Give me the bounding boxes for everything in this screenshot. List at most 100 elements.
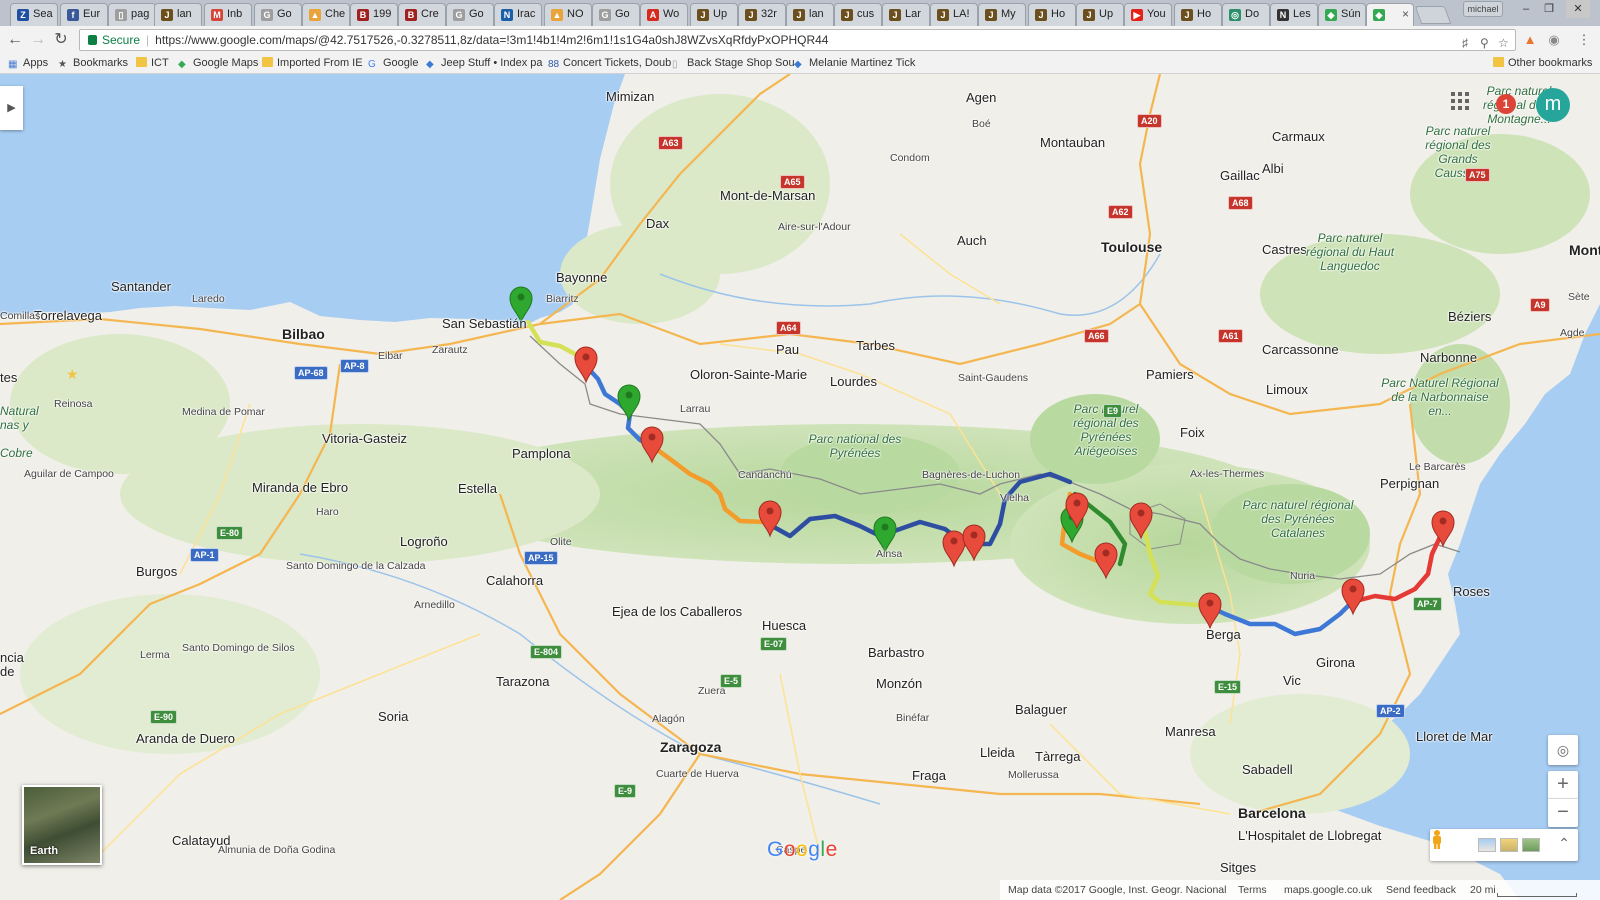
- place-label[interactable]: Toulouse: [1101, 239, 1162, 255]
- browser-tab[interactable]: Jlan: [154, 3, 202, 26]
- place-label[interactable]: Pamiers: [1146, 367, 1194, 382]
- place-label[interactable]: Lloret de Mar: [1416, 729, 1493, 744]
- place-label[interactable]: Zarautz: [432, 344, 468, 356]
- place-label[interactable]: Bagnères-de-Luchon: [922, 469, 1020, 481]
- park-label[interactable]: Parc naturel régional des Pyrénées Catal…: [1238, 498, 1358, 540]
- place-label[interactable]: Agde: [1560, 327, 1585, 339]
- new-tab-button[interactable]: [1414, 6, 1452, 24]
- place-label[interactable]: Larrau: [680, 403, 710, 415]
- place-label[interactable]: Arnedillo: [414, 599, 455, 611]
- bookmark-item[interactable]: ▯ Back Stage Shop Sou: [672, 57, 795, 70]
- place-label[interactable]: Condom: [890, 152, 930, 164]
- place-label[interactable]: Aire-sur-l'Adour: [778, 221, 851, 233]
- place-label[interactable]: Candanchú: [738, 469, 792, 481]
- bookmark-item[interactable]: ▦ Apps: [8, 57, 48, 70]
- browser-tab[interactable]: f Eur: [60, 3, 108, 26]
- place-label[interactable]: Ejea de los Caballeros: [612, 604, 742, 619]
- browser-tab[interactable]: B 199: [350, 3, 398, 26]
- place-label[interactable]: Burgos: [136, 564, 177, 579]
- place-label[interactable]: Calahorra: [486, 573, 543, 588]
- place-label[interactable]: Roses: [1453, 584, 1490, 599]
- place-label[interactable]: Tarbes: [856, 338, 895, 353]
- map-canvas[interactable]: ★ Mimizan Agen Boé Montauban Carmaux Condom Mo…: [0, 74, 1600, 900]
- bookmark-item[interactable]: Imported From IE: [262, 57, 363, 69]
- browser-tab[interactable]: ▶ You: [1124, 3, 1172, 26]
- other-bookmarks[interactable]: Other bookmarks: [1493, 57, 1592, 69]
- place-label[interactable]: Pau: [776, 342, 799, 357]
- reload-button[interactable]: ↻: [52, 31, 70, 49]
- place-label[interactable]: Huesca: [762, 618, 806, 633]
- maximize-button[interactable]: ❐: [1540, 0, 1558, 18]
- place-label[interactable]: Sète: [1568, 291, 1590, 303]
- place-label[interactable]: Narbonne: [1420, 350, 1477, 365]
- browser-tab[interactable]: N Irac: [494, 3, 542, 26]
- expand-layers-icon[interactable]: ⌃: [1558, 835, 1570, 852]
- place-label[interactable]: Santander: [111, 279, 171, 294]
- place-label[interactable]: Berga: [1206, 627, 1241, 642]
- transit-layer-thumb[interactable]: [1478, 838, 1496, 852]
- browser-tab[interactable]: ◆ ×: [1366, 3, 1414, 26]
- menu-icon[interactable]: ⋮: [1576, 32, 1592, 48]
- place-label[interactable]: Pamplona: [512, 446, 571, 461]
- place-label[interactable]: Bilbao: [282, 326, 325, 342]
- place-label[interactable]: Carcassonne: [1262, 342, 1339, 357]
- browser-tab[interactable]: G Go: [446, 3, 494, 26]
- place-label[interactable]: Perpignan: [1380, 476, 1439, 491]
- place-label[interactable]: Zaragoza: [660, 739, 721, 755]
- browser-tab[interactable]: B Cre: [398, 3, 446, 26]
- browser-tab[interactable]: N Les: [1270, 3, 1318, 26]
- extension-globe-icon[interactable]: ◉: [1546, 32, 1562, 48]
- terrain-layer-thumb[interactable]: [1522, 838, 1540, 852]
- place-label[interactable]: Alagón: [652, 713, 685, 725]
- place-label[interactable]: L'Hospitalet de Llobregat: [1238, 828, 1381, 843]
- browser-tab[interactable]: ▲ Che: [302, 3, 350, 26]
- place-label[interactable]: Ax-les-Thermes: [1190, 468, 1264, 480]
- browser-tab[interactable]: M Inb: [204, 3, 252, 26]
- place-label[interactable]: Aranda de Duero: [136, 731, 235, 746]
- place-label[interactable]: Medina de Pomar: [182, 406, 265, 418]
- place-label[interactable]: Mont: [1569, 242, 1600, 258]
- forward-button[interactable]: →: [29, 31, 47, 49]
- place-label[interactable]: Comillas: [0, 310, 40, 322]
- place-label[interactable]: Carmaux: [1272, 129, 1325, 144]
- browser-tab[interactable]: J LA!: [930, 3, 978, 26]
- browser-tab[interactable]: ▲ NO: [544, 3, 592, 26]
- place-label[interactable]: Binéfar: [896, 712, 929, 724]
- place-label[interactable]: Sabadell: [1242, 762, 1293, 777]
- browser-tab[interactable]: J Up: [1076, 3, 1124, 26]
- place-label[interactable]: Gaillac: [1220, 168, 1260, 183]
- bookmark-item[interactable]: ◆ Google Maps: [178, 57, 258, 70]
- place-label[interactable]: Oloron-Sainte-Marie: [690, 367, 807, 382]
- zoom-out-button[interactable]: −: [1548, 799, 1578, 827]
- place-label[interactable]: Biarritz: [546, 293, 579, 305]
- send-feedback-link[interactable]: Send feedback: [1386, 884, 1456, 896]
- place-label[interactable]: Reinosa: [54, 398, 93, 410]
- address-bar[interactable]: Secure | https://www.google.com/maps/@42.7…: [79, 29, 1516, 51]
- zoom-icon[interactable]: ⚲: [1480, 33, 1489, 50]
- park-label[interactable]: Parc naturel régional du Haut Languedoc: [1300, 231, 1400, 273]
- place-label[interactable]: Dax: [646, 216, 669, 231]
- place-label[interactable]: San Sebastián: [442, 316, 527, 331]
- place-label[interactable]: Ainsa: [876, 548, 902, 560]
- place-label[interactable]: Mimizan: [606, 89, 654, 104]
- place-label[interactable]: Lourdes: [830, 374, 877, 389]
- place-label[interactable]: Olite: [550, 536, 572, 548]
- place-label[interactable]: Santo Domingo de Silos: [182, 642, 295, 654]
- place-label[interactable]: Fraga: [912, 768, 946, 783]
- place-label[interactable]: Estella: [458, 481, 497, 496]
- extension-flame-icon[interactable]: ▲: [1522, 32, 1538, 48]
- browser-tab[interactable]: J 32r: [738, 3, 786, 26]
- place-label[interactable]: Limoux: [1266, 382, 1308, 397]
- browser-tab[interactable]: J Lar: [882, 3, 930, 26]
- place-label[interactable]: Vic: [1283, 673, 1301, 688]
- place-label[interactable]: Miranda de Ebro: [252, 480, 348, 495]
- browser-tab[interactable]: J Ho: [1174, 3, 1222, 26]
- close-tab-icon[interactable]: ×: [1402, 7, 1409, 21]
- place-label[interactable]: Mont-de-Marsan: [720, 188, 815, 203]
- place-label[interactable]: Monzón: [876, 676, 922, 691]
- place-label[interactable]: Barbastro: [868, 645, 924, 660]
- google-apps-icon[interactable]: [1451, 92, 1469, 110]
- place-label[interactable]: Almunia de Doña Godina: [218, 844, 335, 856]
- browser-tab[interactable]: J My: [978, 3, 1026, 26]
- place-label[interactable]: Tàrrega: [1035, 749, 1081, 764]
